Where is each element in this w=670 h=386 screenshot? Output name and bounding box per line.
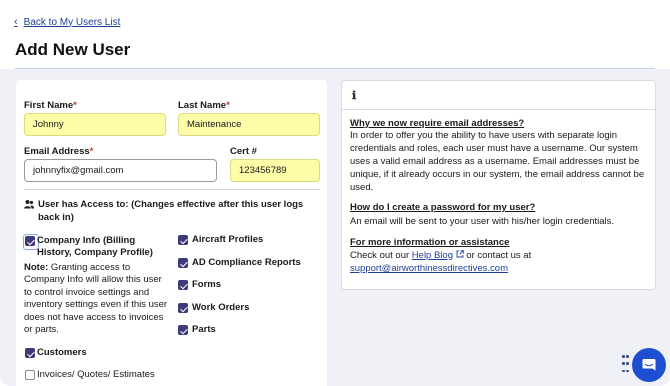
access-heading-text: User has Access to: (Changes effective a… [38,199,304,223]
info-question-password: How do I create a password for my user? [350,202,536,213]
info-question-email: Why we now require email addresses? [350,118,525,129]
back-link-label: Back to My Users List [23,16,121,28]
aircraft-profiles-checkbox[interactable] [178,235,188,245]
work-orders-checkbox[interactable] [178,303,188,313]
invoices-label: Invoices/ Quotes/ Estimates [37,369,155,380]
help-text-pre: Check out our [350,250,412,261]
company-info-checkbox[interactable] [23,234,39,250]
info-answer-email: In order to offer you the ability to hav… [350,130,645,193]
app-window: ‹ Back to My Users List Add New User Fir… [0,0,670,386]
customers-checkbox[interactable] [25,348,35,358]
chat-bubble-icon [642,359,656,371]
ad-compliance-checkbox[interactable] [178,258,188,268]
form-divider [24,189,320,190]
work-orders-label: Work Orders [192,302,250,313]
support-email-link[interactable]: support@airworthinessdirectives.com [350,263,508,274]
forms-checkbox[interactable] [178,280,188,290]
parts-label: Parts [192,324,216,335]
chevron-left-icon: ‹ [14,16,18,28]
chat-drag-handle[interactable] [622,355,629,375]
note-label: Note: [24,262,49,273]
aircraft-profiles-label: Aircraft Profiles [192,234,264,245]
info-divider [342,109,655,110]
help-blog-link[interactable]: Help Blog [412,250,453,261]
info-answer-help: Check out our Help Blog or contact us at… [350,249,650,275]
email-field[interactable]: johnnyfix@gmail.com [24,159,217,182]
help-text-mid: or contact us at [463,250,532,261]
company-info-label: Company Info (Billing History, Company P… [37,235,153,258]
first-name-input[interactable]: Johnny [24,113,166,136]
forms-label: Forms [192,279,222,290]
info-icon: ℹ [352,89,357,102]
page-title: Add New User [15,40,131,59]
external-link-icon [456,250,464,258]
chat-button[interactable] [632,348,666,382]
cert-label: Cert # [230,146,257,157]
last-name-label: Last Name* [178,100,230,111]
company-info-note: Note: Granting access to Company Info wi… [24,262,172,336]
first-name-label: First Name* [24,100,77,111]
invoices-checkbox[interactable] [25,370,35,380]
parts-checkbox[interactable] [178,325,188,335]
ad-compliance-label: AD Compliance Reports [192,257,301,268]
access-heading: User has Access to: (Changes effective a… [24,198,324,224]
email-label: Email Address* [24,146,94,157]
info-question-help: For more information or assistance [350,237,510,248]
info-answer-password: An email will be sent to your user with … [350,216,615,227]
cert-input[interactable]: 123456789 [230,159,320,182]
users-icon [24,200,34,209]
customers-label: Customers [37,347,87,358]
back-to-users-link[interactable]: ‹ Back to My Users List [14,16,120,28]
last-name-input[interactable]: Maintenance [178,113,320,136]
